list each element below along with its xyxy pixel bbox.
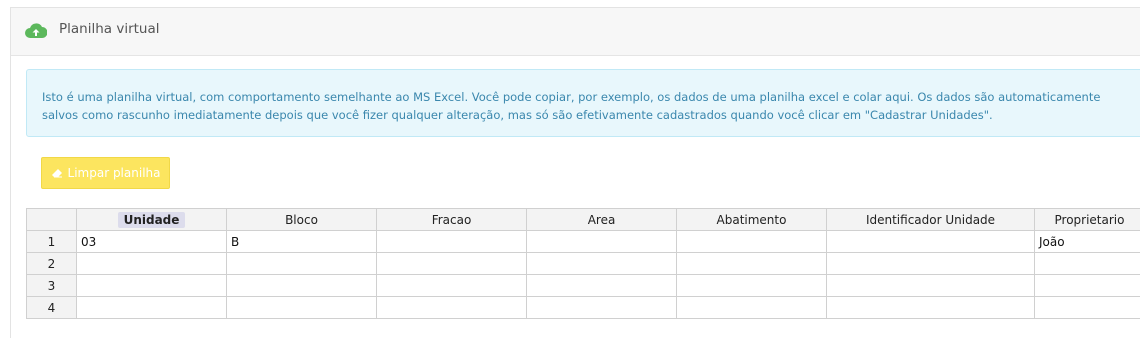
- grid-cell[interactable]: [77, 275, 227, 297]
- grid-cell[interactable]: [227, 253, 377, 275]
- grid-cell[interactable]: [77, 297, 227, 319]
- grid-cell[interactable]: [377, 253, 527, 275]
- grid-cell[interactable]: [527, 231, 677, 253]
- grid-cell[interactable]: [227, 275, 377, 297]
- column-header-row: Unidade Bloco Fracao Area Abatimento Ide…: [27, 209, 1140, 231]
- column-header-proprietario[interactable]: Proprietario: [1035, 209, 1140, 231]
- column-header-bloco[interactable]: Bloco: [227, 209, 377, 231]
- grid-cell[interactable]: B: [227, 231, 377, 253]
- corner-cell[interactable]: [27, 209, 77, 231]
- grid-cell[interactable]: [77, 253, 227, 275]
- table-row: 1 03 B João: [27, 231, 1140, 253]
- grid-cell[interactable]: [1035, 275, 1140, 297]
- grid-cell[interactable]: [1035, 253, 1140, 275]
- column-header-area[interactable]: Area: [527, 209, 677, 231]
- spreadsheet-grid[interactable]: Unidade Bloco Fracao Area Abatimento Ide…: [26, 208, 1140, 319]
- table-row: 4: [27, 297, 1140, 319]
- info-alert: Isto é uma planilha virtual, com comport…: [26, 69, 1140, 137]
- panel-header: Planilha virtual: [11, 8, 1140, 56]
- cloud-upload-icon: [25, 22, 47, 40]
- grid-cell[interactable]: [677, 297, 827, 319]
- clear-spreadsheet-label: Limpar planilha: [68, 166, 161, 180]
- column-header-unidade[interactable]: Unidade: [77, 209, 227, 231]
- info-alert-text: Isto é uma planilha virtual, com comport…: [42, 88, 1122, 124]
- grid-cell[interactable]: [377, 297, 527, 319]
- column-header-identificador-unidade[interactable]: Identificador Unidade: [827, 209, 1035, 231]
- table-row: 2: [27, 253, 1140, 275]
- grid-cell[interactable]: [827, 275, 1035, 297]
- grid-cell[interactable]: [677, 231, 827, 253]
- panel-title: Planilha virtual: [59, 21, 160, 37]
- spreadsheet-panel: Planilha virtual Isto é uma planilha vir…: [10, 7, 1140, 338]
- grid-cell[interactable]: [827, 253, 1035, 275]
- row-header[interactable]: 3: [27, 275, 77, 297]
- grid-cell[interactable]: [827, 231, 1035, 253]
- grid-cell[interactable]: [377, 275, 527, 297]
- grid-cell[interactable]: [827, 297, 1035, 319]
- row-header[interactable]: 1: [27, 231, 77, 253]
- grid-cell[interactable]: [1035, 297, 1140, 319]
- grid-cell[interactable]: [227, 297, 377, 319]
- grid-cell[interactable]: [527, 297, 677, 319]
- grid-cell[interactable]: [377, 231, 527, 253]
- grid-cell[interactable]: João: [1035, 231, 1140, 253]
- row-header[interactable]: 4: [27, 297, 77, 319]
- grid-cell[interactable]: [677, 275, 827, 297]
- clear-spreadsheet-button[interactable]: Limpar planilha: [41, 157, 170, 189]
- eraser-icon: [51, 167, 64, 179]
- grid-cell[interactable]: 03: [77, 231, 227, 253]
- grid-cell[interactable]: [527, 253, 677, 275]
- table-row: 3: [27, 275, 1140, 297]
- column-header-abatimento[interactable]: Abatimento: [677, 209, 827, 231]
- row-header[interactable]: 2: [27, 253, 77, 275]
- grid-cell[interactable]: [527, 275, 677, 297]
- column-header-fracao[interactable]: Fracao: [377, 209, 527, 231]
- grid-cell[interactable]: [677, 253, 827, 275]
